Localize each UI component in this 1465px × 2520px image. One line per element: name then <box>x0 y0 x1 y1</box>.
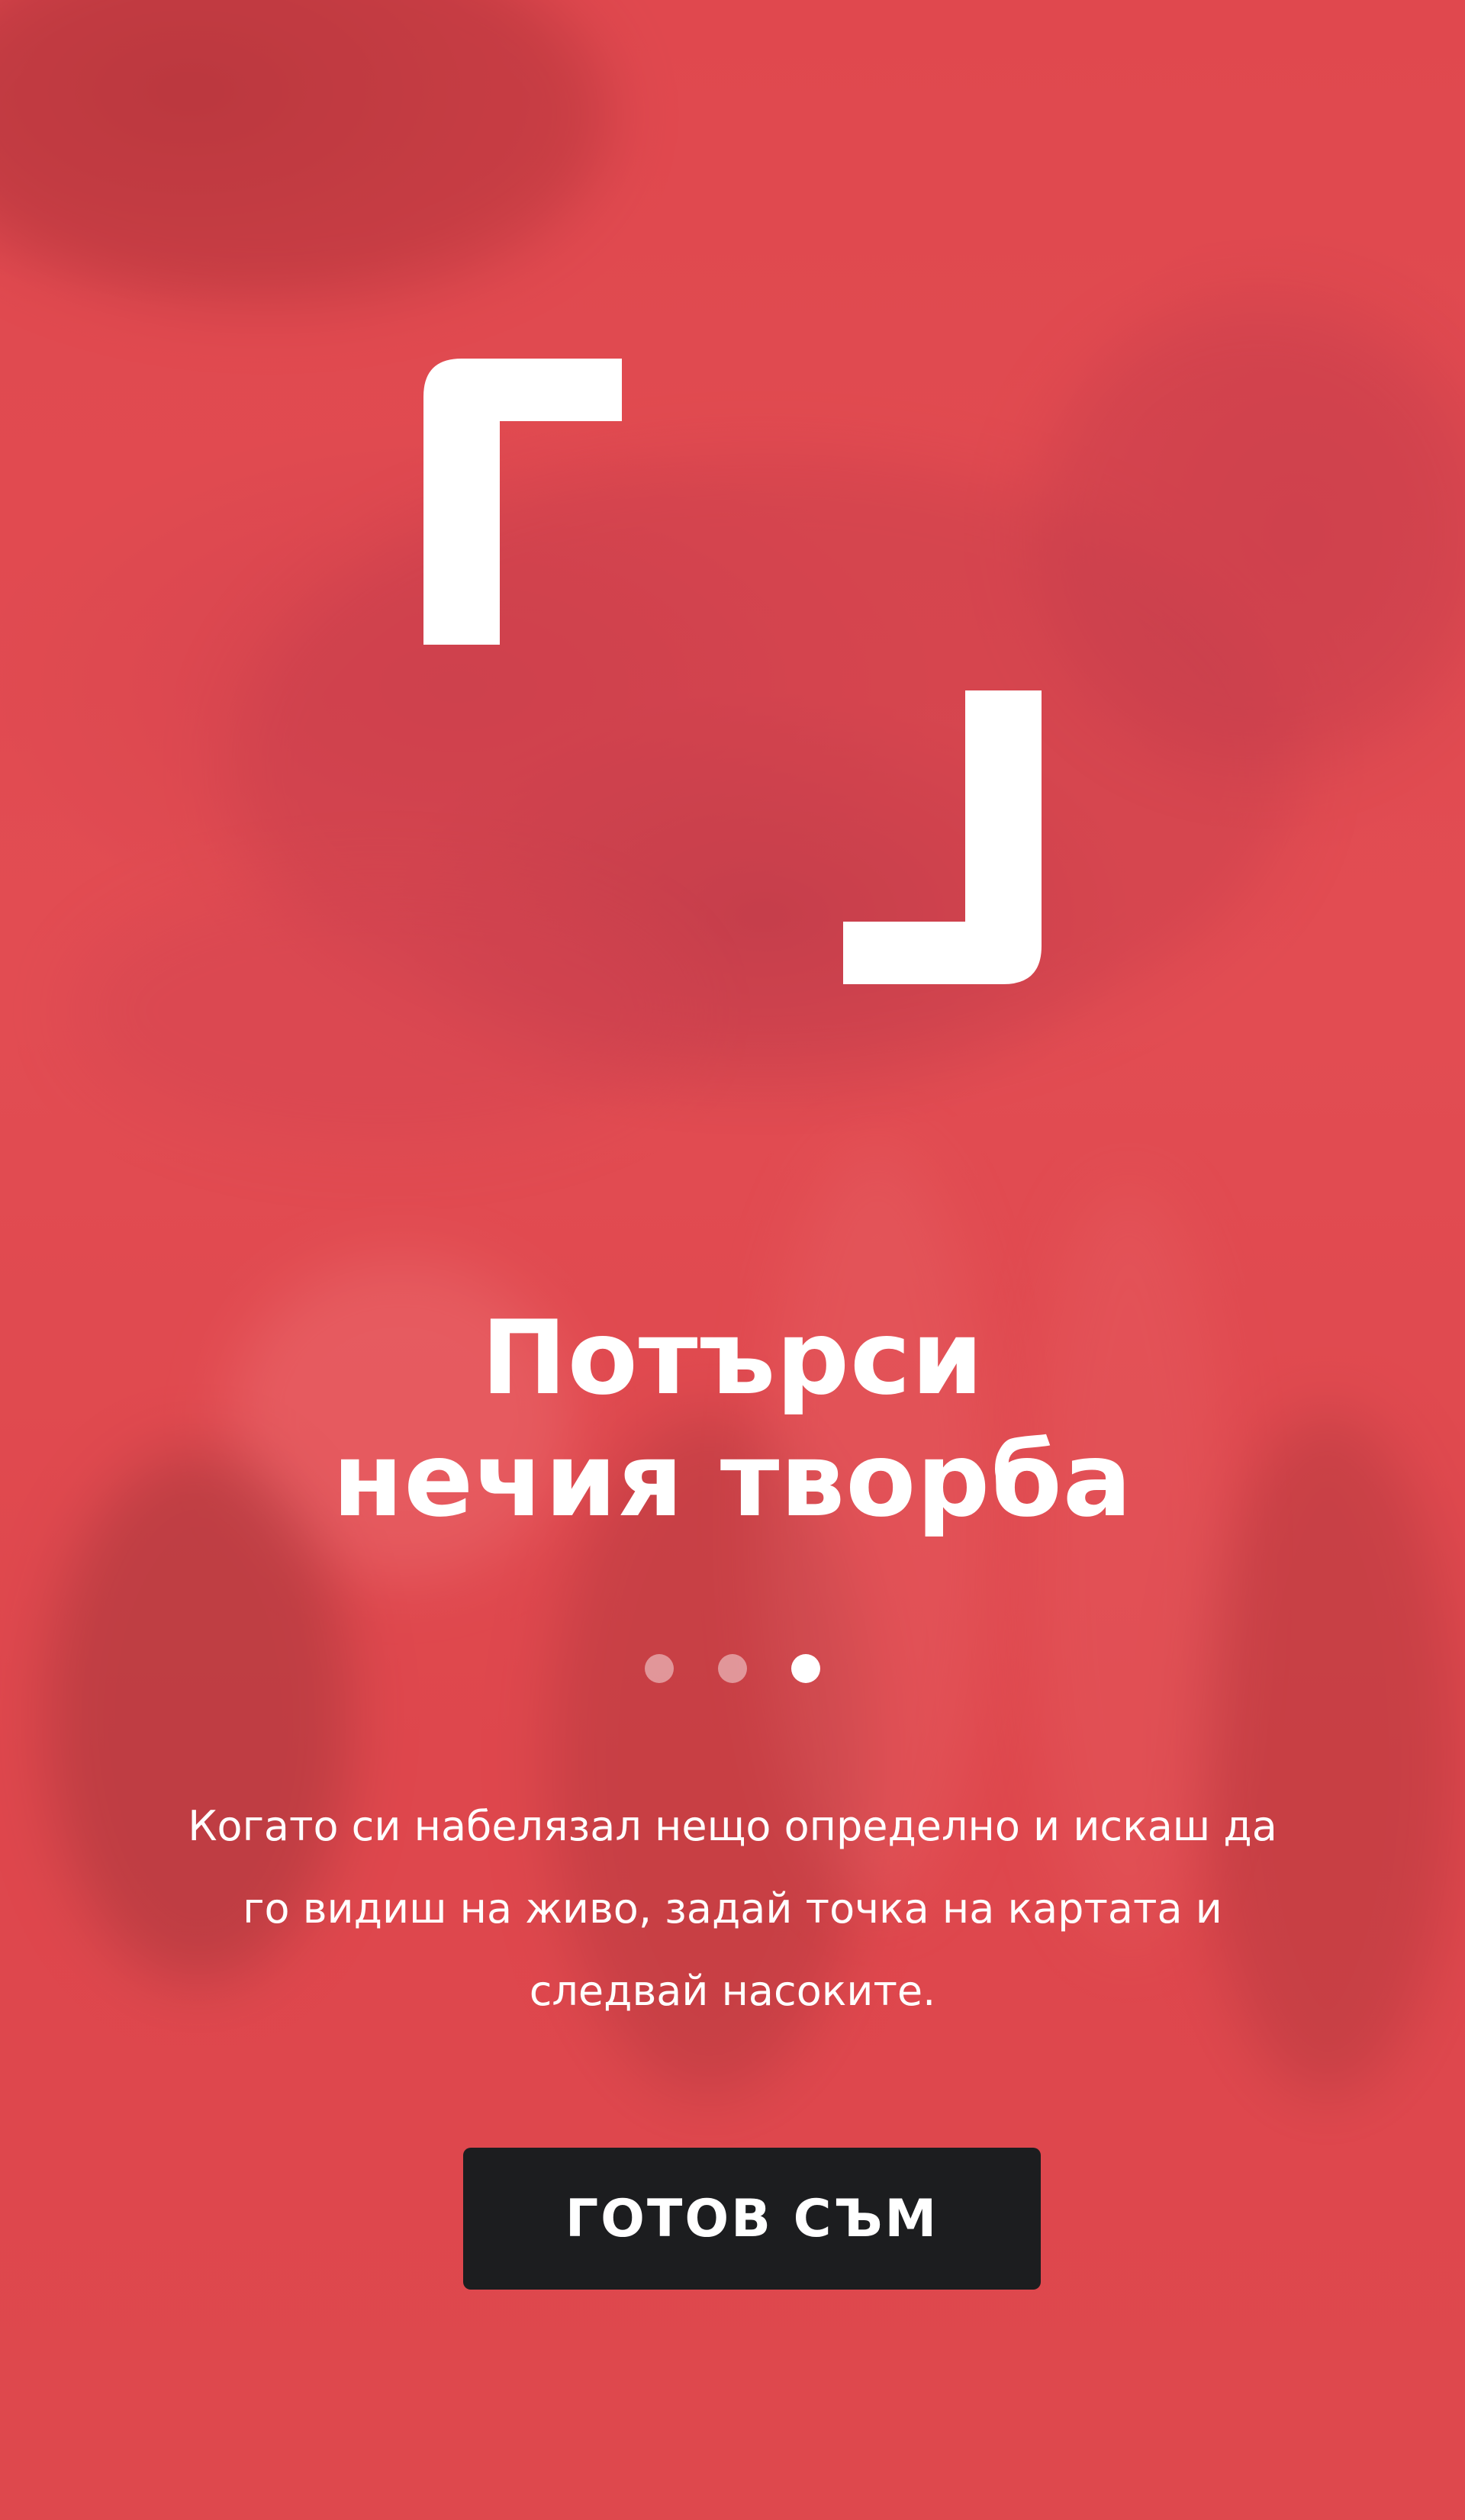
description-line: следвай насоките. <box>529 1967 936 2015</box>
title-line: нечия творба <box>332 1421 1133 1540</box>
ready-button[interactable]: ГОТОВ СЪМ <box>463 2148 1041 2290</box>
pagination-dot-2[interactable] <box>718 1654 747 1683</box>
title-line: Потърси <box>481 1299 984 1418</box>
pagination-dot-1[interactable] <box>645 1654 674 1683</box>
corner-brackets-logo-icon <box>423 359 1042 984</box>
description-line: Когато си набелязал нещо определно и иск… <box>188 1802 1277 1850</box>
onboarding-title: Потърси нечия творба <box>0 1297 1465 1541</box>
pagination-dots <box>0 1654 1465 1685</box>
description-line: го видиш на живо, задай точка на картата… <box>243 1884 1222 1933</box>
pagination-dot-3-active[interactable] <box>791 1654 820 1683</box>
onboarding-description: Когато си набелязал нещо определно и иск… <box>0 1785 1465 2032</box>
